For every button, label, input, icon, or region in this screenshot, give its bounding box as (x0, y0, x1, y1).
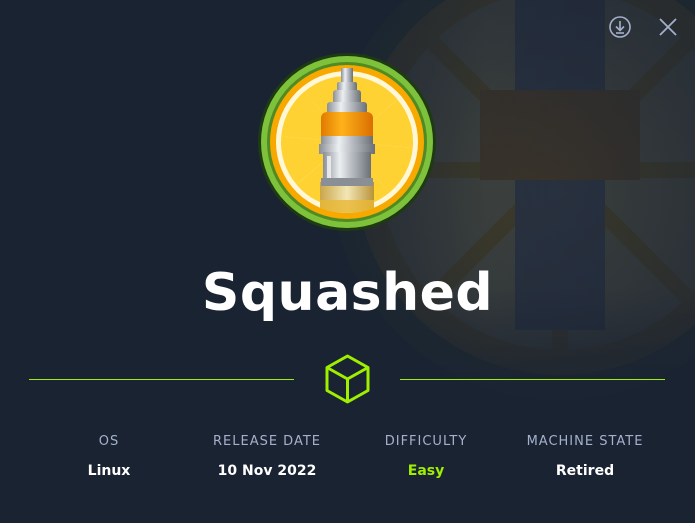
info-release-date: RELEASE DATE 10 Nov 2022 (187, 434, 347, 479)
info-value: 10 Nov 2022 (217, 463, 317, 479)
info-label: RELEASE DATE (212, 434, 321, 449)
download-icon[interactable] (607, 14, 633, 40)
info-difficulty: DIFFICULTY Easy (346, 434, 506, 479)
info-machine-state: MACHINE STATE Retired (505, 434, 665, 479)
divider-right (400, 379, 665, 380)
info-label: DIFFICULTY (384, 434, 468, 449)
machine-name: Squashed (201, 263, 494, 323)
info-label: OS (98, 434, 120, 449)
info-os: OS Linux (29, 434, 189, 479)
info-value: Retired (555, 463, 615, 479)
divider-left (29, 379, 294, 380)
window-actions (607, 14, 681, 40)
machine-info: OS Linux RELEASE DATE 10 Nov 2022 DIFFIC… (0, 434, 695, 484)
difficulty-badge: Easy (407, 463, 445, 479)
squashed-logo (257, 52, 437, 232)
info-label: MACHINE STATE (526, 434, 644, 449)
info-value: Linux (87, 463, 131, 479)
cube-icon (323, 353, 372, 405)
close-icon[interactable] (655, 14, 681, 40)
